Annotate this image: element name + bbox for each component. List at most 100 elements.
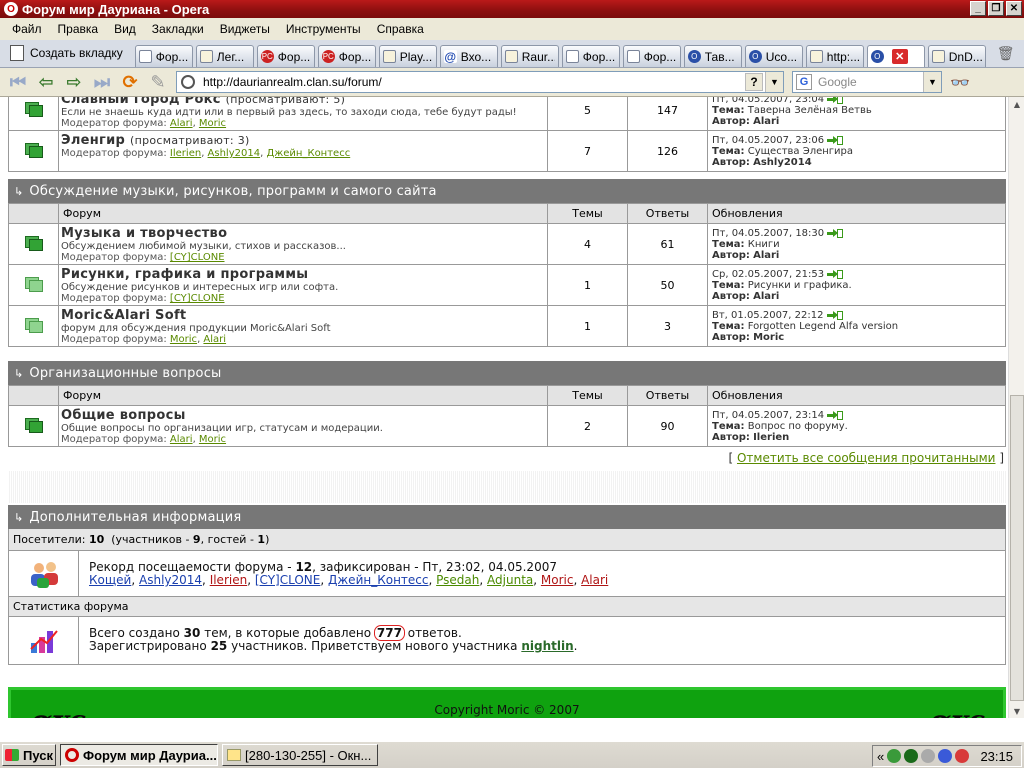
forum-title-link[interactable]: Эленгир bbox=[61, 133, 125, 148]
moderator-link[interactable]: Alari bbox=[170, 434, 193, 445]
moderator-link[interactable]: Ilerien bbox=[170, 148, 201, 159]
menu-item[interactable]: Справка bbox=[369, 22, 432, 36]
tab[interactable]: PC Фор... bbox=[256, 45, 315, 67]
chevron-left-icon[interactable]: « bbox=[877, 749, 884, 764]
new-tab-button[interactable]: Создать вкладку bbox=[4, 41, 129, 65]
online-user-link[interactable]: Adjunta bbox=[487, 573, 533, 587]
menu-item[interactable]: Вид bbox=[106, 22, 144, 36]
last-topic[interactable]: Рисунки и графика. bbox=[748, 280, 852, 291]
section-header[interactable]: ↳ Организационные вопросы bbox=[8, 361, 1006, 385]
section-header[interactable]: ↳ Обсуждение музыки, рисунков, программ и… bbox=[8, 179, 1006, 203]
last-topic[interactable]: Forgotten Legend Alfa version bbox=[748, 321, 898, 332]
menu-item[interactable]: Закладки bbox=[144, 22, 212, 36]
go-to-post-icon[interactable] bbox=[827, 410, 844, 420]
tab[interactable]: O ✕ bbox=[866, 45, 925, 67]
online-user-link[interactable]: Ashly2014 bbox=[139, 573, 202, 587]
moderator-link[interactable]: Alari bbox=[170, 118, 193, 129]
back-button[interactable]: ⇦ bbox=[32, 70, 60, 94]
tab[interactable]: Фор... bbox=[561, 45, 620, 67]
tab[interactable]: O Тав... bbox=[683, 45, 742, 67]
chevron-down-icon[interactable]: ▼ bbox=[923, 72, 941, 92]
forum-title-link[interactable]: Moric&Alari Soft bbox=[61, 308, 186, 323]
online-user-link[interactable]: Ilerien bbox=[210, 573, 248, 587]
scroll-down-icon[interactable]: ▼ bbox=[1010, 704, 1024, 718]
tray-icon[interactable] bbox=[904, 749, 919, 763]
scroll-thumb[interactable] bbox=[1010, 395, 1024, 701]
online-user-link[interactable]: Кощей bbox=[89, 573, 131, 587]
online-user-link[interactable]: Psedah bbox=[436, 573, 479, 587]
online-user-link[interactable]: Джейн_Контесс bbox=[328, 573, 429, 587]
last-author[interactable]: Moric bbox=[753, 332, 784, 343]
menu-item[interactable]: Файл bbox=[4, 22, 50, 36]
scrollbar[interactable]: ▲ ▼ bbox=[1008, 97, 1024, 718]
moderator-link[interactable]: Moric bbox=[199, 118, 226, 129]
tab[interactable]: PC Фор... bbox=[317, 45, 376, 67]
tab[interactable]: DnD... bbox=[927, 45, 986, 67]
last-author[interactable]: Ilerien bbox=[753, 432, 789, 443]
forum-title-link[interactable]: Рисунки, графика и программы bbox=[61, 267, 308, 282]
tab[interactable]: @ Вхо... bbox=[439, 45, 498, 67]
forward-button[interactable]: ⇨ bbox=[60, 70, 88, 94]
tab[interactable]: http:... bbox=[805, 45, 864, 67]
last-topic[interactable]: Таверна Зелёная Ветвь bbox=[748, 105, 872, 116]
close-button[interactable]: ✕ bbox=[1006, 1, 1022, 16]
menu-item[interactable]: Правка bbox=[50, 22, 107, 36]
reload-button[interactable]: ⟳ bbox=[116, 70, 144, 94]
last-topic[interactable]: Книги bbox=[748, 239, 780, 250]
go-to-post-icon[interactable] bbox=[827, 269, 844, 279]
tray-icon[interactable] bbox=[921, 749, 936, 763]
rewind-button[interactable]: ⏮ bbox=[4, 70, 32, 94]
forum-title-link[interactable]: Общие вопросы bbox=[61, 408, 186, 423]
online-user-link[interactable]: Alari bbox=[581, 573, 608, 587]
menu-item[interactable]: Виджеты bbox=[212, 22, 278, 36]
last-author[interactable]: Alari bbox=[753, 291, 779, 302]
go-to-post-icon[interactable] bbox=[827, 228, 844, 238]
last-author[interactable]: Alari bbox=[753, 116, 779, 127]
online-user-link[interactable]: [CY]CLONE bbox=[255, 573, 321, 587]
go-to-post-icon[interactable] bbox=[826, 310, 843, 320]
taskbar-opera[interactable]: Форум мир Дауриа... bbox=[60, 744, 218, 766]
online-user-link[interactable]: Moric bbox=[541, 573, 574, 587]
address-field[interactable]: http://daurianrealm.clan.su/forum/ ? ▼ bbox=[176, 71, 784, 93]
go-to-post-icon[interactable] bbox=[827, 135, 844, 145]
last-author[interactable]: Ashly2014 bbox=[753, 157, 812, 168]
tray-icon[interactable] bbox=[887, 749, 902, 763]
tray-icon[interactable] bbox=[955, 749, 970, 763]
chevron-down-icon[interactable]: ▼ bbox=[765, 72, 783, 92]
minimize-button[interactable]: _ bbox=[970, 1, 986, 16]
edit-icon[interactable]: ✎ bbox=[144, 70, 172, 94]
glasses-icon[interactable]: 👓 bbox=[950, 73, 970, 92]
tab[interactable]: Фор... bbox=[622, 45, 681, 67]
moderator-link[interactable]: [CY]CLONE bbox=[170, 252, 225, 263]
last-topic[interactable]: Вопрос по форуму. bbox=[748, 421, 848, 432]
go-to-post-icon[interactable] bbox=[827, 97, 844, 104]
start-button[interactable]: Пуск bbox=[2, 744, 56, 766]
help-button[interactable]: ? bbox=[745, 73, 763, 91]
moderator-link[interactable]: [CY]CLONE bbox=[170, 293, 225, 304]
moderator-link[interactable]: Alari bbox=[203, 334, 226, 345]
last-topic[interactable]: Существа Эленгира bbox=[748, 146, 853, 157]
tab[interactable]: Лег... bbox=[195, 45, 254, 67]
forum-title-link[interactable]: Славный город Рокс bbox=[61, 97, 221, 107]
newest-member-link[interactable]: nightlin bbox=[521, 639, 573, 653]
moderator-link[interactable]: Moric bbox=[170, 334, 197, 345]
menu-item[interactable]: Инструменты bbox=[278, 22, 369, 36]
search-input[interactable]: G Google ▼ bbox=[792, 71, 942, 93]
close-tab-icon[interactable]: ✕ bbox=[891, 49, 908, 64]
shield-icon[interactable] bbox=[938, 749, 953, 763]
tab[interactable]: Фор... bbox=[134, 45, 193, 67]
last-author[interactable]: Alari bbox=[753, 250, 779, 261]
fast-forward-button[interactable]: ⏭ bbox=[88, 70, 116, 94]
tab[interactable]: Play... bbox=[378, 45, 437, 67]
moderator-link[interactable]: Moric bbox=[199, 434, 226, 445]
moderator-link[interactable]: Джейн_Контесс bbox=[266, 148, 350, 159]
taskbar-window[interactable]: [280-130-255] - Окн... bbox=[222, 744, 378, 766]
tab[interactable]: Raur... bbox=[500, 45, 559, 67]
forum-title-link[interactable]: Музыка и творчество bbox=[61, 226, 227, 241]
moderator-link[interactable]: Ashly2014 bbox=[208, 148, 261, 159]
maximize-button[interactable]: ❐ bbox=[988, 1, 1004, 16]
trash-icon[interactable]: 🗑 bbox=[997, 45, 1015, 63]
tab[interactable]: O Uco... bbox=[744, 45, 803, 67]
scroll-up-icon[interactable]: ▲ bbox=[1010, 97, 1024, 111]
mark-all-read-link[interactable]: Отметить все сообщения прочитанными bbox=[737, 451, 996, 465]
